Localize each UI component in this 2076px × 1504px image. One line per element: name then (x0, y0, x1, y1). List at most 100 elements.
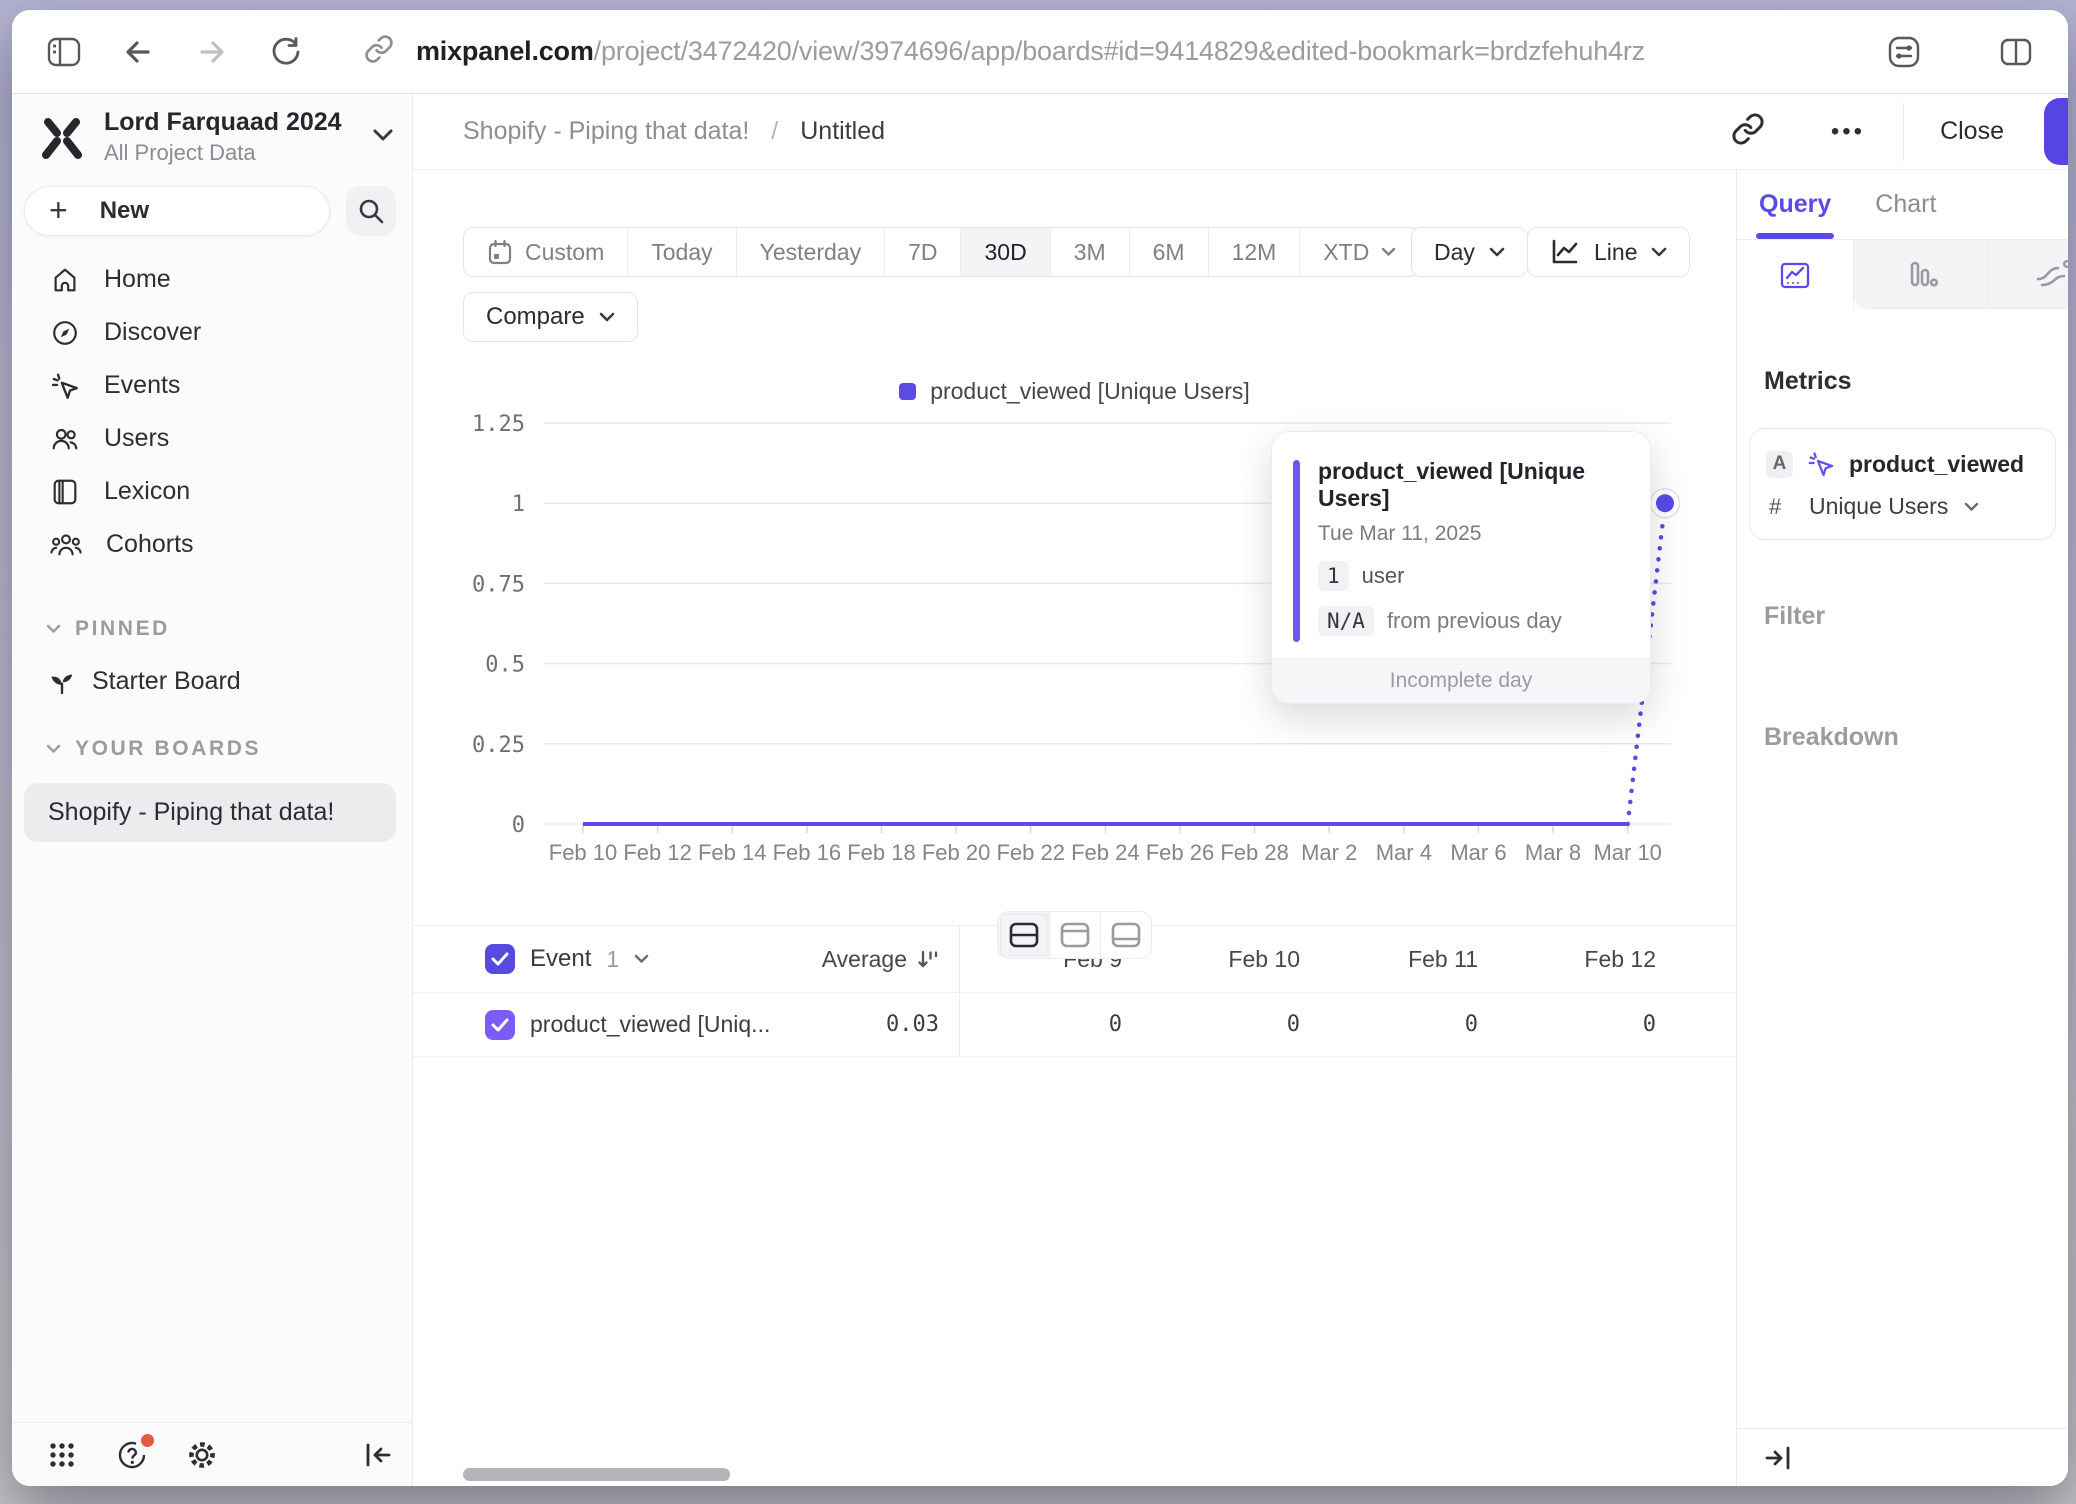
sidebar-item-lexicon[interactable]: Lexicon (12, 465, 412, 518)
range-custom[interactable]: Custom (464, 228, 627, 276)
layout-split-toggle[interactable] (998, 912, 1049, 958)
help-icon[interactable] (112, 1435, 152, 1475)
aggregation-symbol: # (1769, 494, 1793, 520)
table-only-layout-icon (1111, 922, 1141, 948)
average-column-header[interactable]: Average (822, 946, 939, 973)
report-canvas: CustomTodayYesterday7D30D3M6M12MXTD Day … (413, 170, 1736, 1486)
copy-link-icon[interactable] (1731, 112, 1765, 151)
collapse-sidebar-icon[interactable] (358, 1435, 398, 1475)
chevron-down-icon (599, 312, 615, 323)
your-boards-section-header[interactable]: YOUR BOARDS (12, 725, 412, 773)
svg-text:Feb 24: Feb 24 (1071, 840, 1140, 865)
chart-style-dropdown[interactable]: Line (1527, 227, 1690, 277)
sidebar-item-active-board[interactable]: Shopify - Piping that data! (24, 783, 396, 842)
reload-icon[interactable] (264, 30, 308, 74)
date-column-header[interactable]: Feb 11 (1316, 946, 1494, 973)
insights-report-tab[interactable] (1737, 240, 1854, 309)
active-tab-indicator (1756, 233, 1834, 239)
tab-query[interactable]: Query (1759, 170, 1831, 239)
range-7d[interactable]: 7D (884, 228, 960, 276)
address-bar[interactable]: mixpanel.com/project/3472420/view/397469… (364, 34, 1645, 69)
event-count: 1 (606, 946, 619, 973)
search-button[interactable] (346, 186, 396, 236)
save-button-partial[interactable] (2044, 98, 2068, 165)
range-6m[interactable]: 6M (1129, 228, 1208, 276)
range-yesterday[interactable]: Yesterday (736, 228, 884, 276)
chart-legend: product_viewed [Unique Users] (413, 378, 1736, 405)
report-title[interactable]: Untitled (800, 117, 885, 146)
svg-text:Feb 18: Feb 18 (847, 840, 916, 865)
metric-event-name: product_viewed (1849, 451, 2024, 478)
collapse-panel-icon[interactable] (1763, 1444, 1793, 1472)
funnel-bars-icon (1904, 258, 1938, 290)
sidebar-item-events[interactable]: Events (12, 359, 412, 412)
range-30d[interactable]: 30D (960, 228, 1049, 276)
metric-card[interactable]: A product_viewed # Unique Users (1749, 428, 2056, 540)
flows-report-tab[interactable] (1988, 240, 2068, 309)
discover-compass-icon (50, 318, 80, 348)
tooltip-date: Tue Mar 11, 2025 (1318, 522, 1624, 546)
breakdown-section-label: Breakdown (1764, 723, 2068, 752)
sidebar-item-users[interactable]: Users (12, 412, 412, 465)
svg-text:0.25: 0.25 (472, 733, 525, 758)
new-button[interactable]: + New (24, 186, 330, 236)
tooltip-value: 1 (1318, 561, 1349, 591)
svg-text:0.5: 0.5 (485, 653, 525, 678)
row-event-name[interactable]: product_viewed [Uniq... (530, 1011, 770, 1038)
back-icon[interactable] (116, 30, 160, 74)
granularity-dropdown[interactable]: Day (1411, 227, 1528, 277)
split-view-icon[interactable] (1994, 30, 2038, 74)
browser-sidebar-icon[interactable] (42, 30, 86, 74)
legend-label: product_viewed [Unique Users] (930, 378, 1250, 405)
new-button-label: New (100, 197, 149, 225)
compare-dropdown[interactable]: Compare (463, 292, 638, 342)
aggregation-selector[interactable]: Unique Users (1809, 493, 1948, 520)
range-12m[interactable]: 12M (1208, 228, 1300, 276)
sidebar-footer (12, 1422, 412, 1486)
chevron-down-icon[interactable] (634, 954, 649, 964)
svg-text:Feb 28: Feb 28 (1220, 840, 1289, 865)
date-column-header[interactable]: Feb 12 (1494, 946, 1672, 973)
tooltip-title: product_viewed [Unique Users] (1318, 458, 1624, 512)
svg-text:Feb 16: Feb 16 (773, 840, 842, 865)
sidebar-item-starter-board[interactable]: Starter Board (12, 653, 412, 709)
sidebar-item-cohorts[interactable]: Cohorts (12, 518, 412, 571)
select-all-checkbox[interactable] (485, 944, 515, 974)
event-column-header[interactable]: Event (530, 945, 591, 973)
svg-text:Mar 2: Mar 2 (1301, 840, 1357, 865)
layout-table-only-toggle[interactable] (1100, 912, 1151, 958)
date-column-header[interactable]: Feb 10 (1138, 946, 1316, 973)
pinned-section-header[interactable]: PINNED (12, 605, 412, 653)
browser-toolbar: mixpanel.com/project/3472420/view/397469… (12, 10, 2068, 94)
settings-gear-icon[interactable] (182, 1435, 222, 1475)
funnels-report-tab[interactable] (1854, 240, 1988, 309)
horizontal-scrollbar[interactable] (463, 1468, 730, 1481)
event-spark-icon (1807, 450, 1835, 478)
close-button[interactable]: Close (1940, 117, 2004, 146)
sidebar-item-discover[interactable]: Discover (12, 306, 412, 359)
range-today[interactable]: Today (627, 228, 735, 276)
layout-chart-only-toggle[interactable] (1049, 912, 1100, 958)
divider (1903, 103, 1904, 161)
apps-grid-icon[interactable] (42, 1435, 82, 1475)
legend-swatch (899, 383, 916, 400)
chart-tooltip: product_viewed [Unique Users] Tue Mar 11… (1271, 431, 1651, 704)
svg-text:Mar 4: Mar 4 (1376, 840, 1432, 865)
forward-icon[interactable] (190, 30, 234, 74)
chevron-down-icon (1964, 502, 1979, 512)
check-icon (491, 952, 509, 966)
sidebar-item-home[interactable]: Home (12, 253, 412, 306)
row-checkbox[interactable] (485, 1010, 515, 1040)
project-switcher[interactable]: Lord Farquaad 2024 All Project Data (12, 108, 412, 166)
project-subtitle: All Project Data (104, 140, 342, 166)
range-3m[interactable]: 3M (1050, 228, 1129, 276)
svg-text:Feb 20: Feb 20 (922, 840, 991, 865)
svg-text:1.25: 1.25 (472, 412, 525, 437)
range-xtd[interactable]: XTD (1299, 228, 1419, 276)
more-menu-button[interactable]: ••• (1831, 118, 1865, 146)
page-settings-icon[interactable] (1882, 30, 1926, 74)
tab-chart[interactable]: Chart (1875, 170, 1936, 239)
tooltip-value-unit: user (1362, 563, 1405, 589)
svg-text:Feb 12: Feb 12 (623, 840, 692, 865)
breadcrumb-board[interactable]: Shopify - Piping that data! (463, 117, 749, 146)
